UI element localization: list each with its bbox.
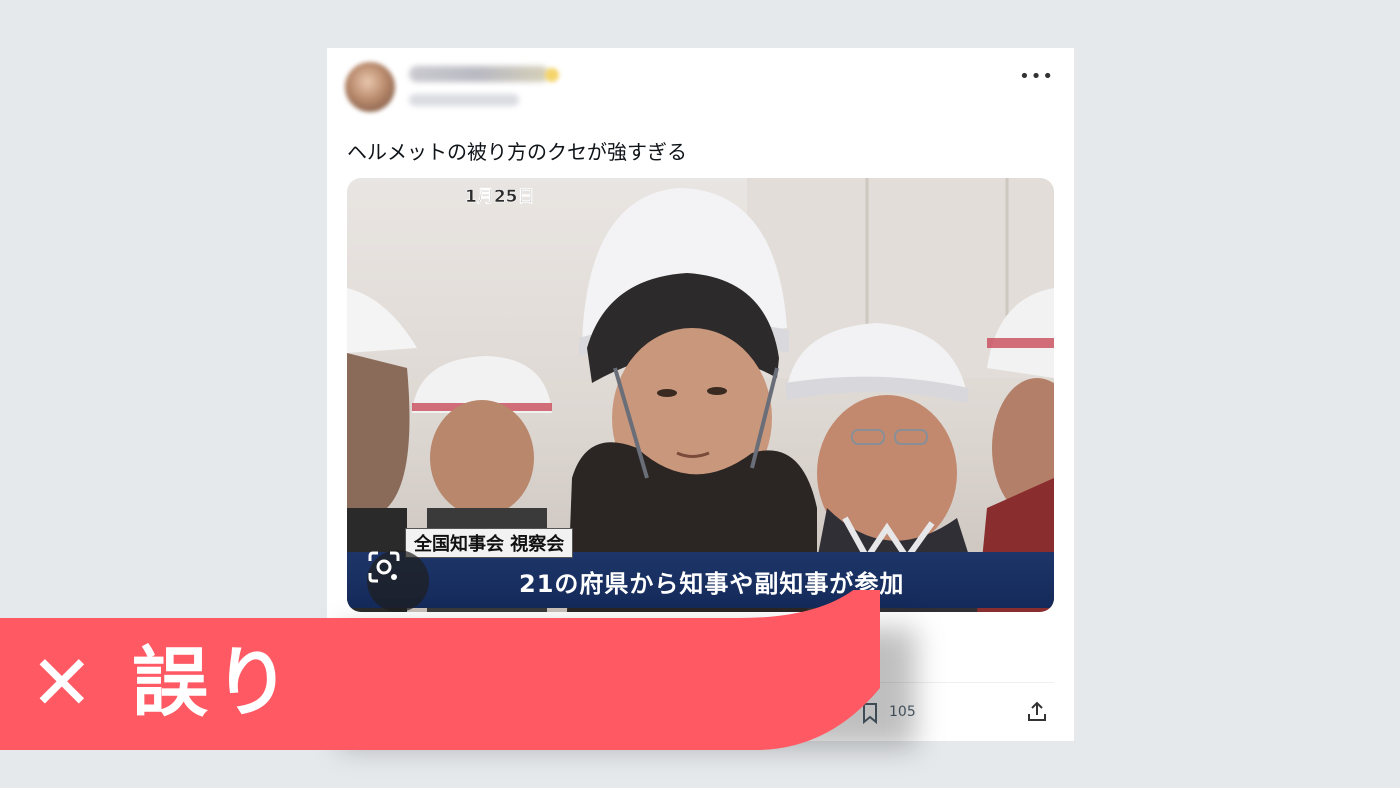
tweet-text: ヘルメットの被り方のクセが強すぎる	[347, 140, 687, 164]
caption-top: 全国知事会 視察会	[405, 528, 574, 558]
more-horizontal-icon[interactable]: •••	[1019, 66, 1054, 87]
verified-badge-icon	[545, 68, 559, 82]
lens-icon	[368, 551, 400, 583]
blurred-handle	[409, 94, 519, 106]
avatar[interactable]	[345, 62, 395, 112]
verdict-label: ✕ 誤り	[30, 638, 297, 727]
tweet-photo[interactable]: 1月25日 全国知事会 視察会 21の府県から知事や副知事が参加	[347, 178, 1054, 612]
date-label: 1月25日	[465, 187, 535, 208]
blurred-display-name	[409, 66, 549, 82]
share-icon[interactable]	[1025, 700, 1049, 724]
